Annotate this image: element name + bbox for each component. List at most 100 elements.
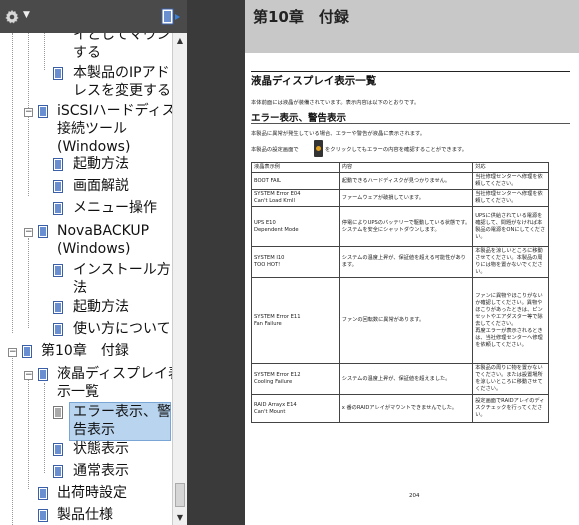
table-cell: 本製品を涼しいところに移動させてください。本製品の周りには物を置かないでください… [472, 246, 549, 278]
bookmark-icon [53, 301, 63, 314]
bookmark-item[interactable]: イとしてマウント する [0, 33, 172, 67]
bookmark-icon [22, 345, 32, 358]
table-header: 内容 [338, 162, 474, 173]
table-cell: BOOT FAIL [251, 172, 340, 190]
table-row: SYSTEM Error E12 Cooling Failure システムの温度上… [251, 363, 549, 395]
bookmarks-toolbar: ▼ [0, 0, 187, 33]
chevron-down-icon[interactable]: ▼ [23, 10, 30, 20]
table-cell: システムの温度上昇が、保証値を超える可能性があります。 [338, 246, 474, 278]
bookmark-options-icon[interactable] [160, 8, 182, 26]
table-cell: UPSに供給されている電源を確認して、問題がなければ本製品の電源をONにしてくだ… [472, 206, 549, 247]
description-text: 本製品に異常が発生している場合、エラーや警告が液晶に表示されます。 [251, 131, 426, 137]
bookmark-item[interactable]: 画面解説 [0, 176, 172, 197]
bookmark-item[interactable]: メニュー操作 [0, 198, 172, 219]
bookmark-label: レスを変更する [73, 83, 171, 99]
bookmark-item[interactable]: − iSCSIハードディスク 接続ツール (Windows) [0, 101, 172, 161]
description-text: をクリックしてもエラーの内容を確認することができます。 [325, 147, 468, 153]
bookmark-label: 起動方法 [73, 299, 129, 315]
bookmark-icon [38, 509, 48, 522]
collapse-toggle[interactable]: − [24, 228, 33, 237]
bookmark-item[interactable]: 使い方について [0, 319, 172, 340]
panel-splitter[interactable] [187, 0, 245, 525]
error-table: 液晶表示例 内容 対応 BOOT FAIL 起動できるハードディスクが見つかりませ… [251, 162, 549, 423]
bookmark-item[interactable]: 通常表示 [0, 461, 172, 482]
scrollbar-thumb[interactable] [175, 483, 185, 507]
gear-icon[interactable] [4, 9, 20, 25]
bookmarks-panel: ▼ イとしてマウント する 本製品のIPアド レスを変更する − [0, 0, 187, 525]
table-cell: 起動できるハードディスクが見つかりません。 [338, 172, 474, 190]
bookmark-icon [53, 67, 63, 80]
bookmark-item[interactable]: − 液晶ディスプレイ表 示一覧 [0, 364, 172, 404]
bookmark-item[interactable]: 状態表示 [0, 439, 172, 460]
bookmark-item[interactable]: 製品仕様 [0, 505, 172, 525]
description-text: 本製品の設定画面で [251, 147, 299, 153]
bookmark-label: 起動方法 [73, 156, 129, 172]
bookmark-label: 通常表示 [73, 463, 129, 479]
bookmark-icon [38, 368, 48, 381]
section-title: 液晶ディスプレイ表示一覧 [251, 75, 377, 87]
bookmark-icon [53, 158, 63, 171]
table-cell: SYSTEM Error E12 Cooling Failure [251, 363, 340, 395]
bookmark-label: 状態表示 [73, 441, 129, 457]
bookmark-label: 第10章 付録 [41, 343, 129, 359]
subsection-rule [251, 123, 570, 124]
bookmark-label: 告表示 [73, 422, 115, 438]
table-cell: UPS E10 Dependent Mode [251, 206, 340, 247]
collapse-toggle[interactable]: − [24, 371, 33, 380]
table-cell: ファンの回転数に異常があります。 [338, 277, 474, 364]
table-row: UPS E10 Dependent Mode 停電によりUPSのバッテリーで駆動し… [251, 206, 549, 247]
table-row: BOOT FAIL 起動できるハードディスクが見つかりません。 当社修理センターへ修… [251, 172, 549, 190]
table-cell: システムの温度上昇が、保証値を超えました。 [338, 363, 474, 395]
bookmark-label: 画面解説 [73, 178, 129, 194]
bookmark-icon [38, 225, 48, 238]
bookmark-label: メニュー操作 [73, 200, 157, 216]
table-cell: 当社修理センターへ修理を依頼してください。 [472, 172, 549, 190]
bookmark-tree: イとしてマウント する 本製品のIPアド レスを変更する − iSCSIハードデ… [0, 33, 172, 525]
table-cell: ファンに異物やほこりがないか確認してください。異物やほこりがあったときは、ピンセ… [472, 277, 549, 364]
bookmark-label: (Windows) [57, 241, 131, 257]
table-cell: SYSTEM Error E11 Fan Failure [251, 277, 340, 364]
collapse-toggle[interactable]: − [24, 108, 33, 117]
table-cell: ファームウェアが破損しています。 [338, 189, 474, 207]
table-cell: x 番のRAIDアレイがマウントできませんでした。 [338, 394, 474, 423]
table-cell: 当社修理センターへ修理を依頼してください。 [472, 189, 549, 207]
bookmark-item[interactable]: 出荷時設定 [0, 483, 172, 504]
chapter-title: 第10章 付録 [253, 8, 349, 26]
table-cell: RAID Arrayx E14 Can't Mount [251, 394, 340, 423]
scroll-down-arrow-icon[interactable]: ▼ [173, 510, 187, 525]
bookmark-label: 使い方について [73, 321, 171, 337]
bookmark-icon [53, 264, 63, 277]
table-cell: 設定画面でRAIDアレイのディスクチェックを行ってください。 [472, 394, 549, 423]
bookmark-item[interactable]: 起動方法 [0, 297, 172, 318]
subsection-title: エラー表示、警告表示 [251, 113, 347, 124]
bookmark-item-selected[interactable]: エラー表示、警 告表示 [0, 402, 172, 442]
bookmark-icon [53, 180, 63, 193]
bookmark-label: 法 [73, 280, 87, 296]
bookmark-item[interactable]: 起動方法 [0, 154, 172, 175]
table-row: SYSTEM I10 TOO HOT! システムの温度上昇が、保証値を超える可能性… [251, 246, 549, 278]
bookmark-label: 製品仕様 [57, 507, 113, 523]
table-cell: 本製品の周りに物を置かないでください。または設置場所を涼しいところに移動させてく… [472, 363, 549, 395]
collapse-toggle[interactable]: − [8, 348, 17, 357]
chapter-header-band: 第10章 付録 [245, 0, 579, 53]
bookmark-item[interactable]: 本製品のIPアド レスを変更する [0, 63, 172, 103]
table-cell: 停電によりUPSのバッテリーで駆動している状態です。システムを安全にシャットダウ… [338, 206, 474, 247]
bookmark-icon [38, 487, 48, 500]
bookmark-item[interactable]: インストール方 法 [0, 260, 172, 300]
bookmark-label: 示一覧 [57, 384, 99, 400]
status-panel-icon [314, 140, 323, 157]
bookmark-icon [53, 443, 63, 456]
bookmark-icon [53, 406, 63, 419]
scroll-up-arrow-icon[interactable]: ▲ [173, 33, 187, 48]
bookmark-item[interactable]: − NovaBACKUP (Windows) [0, 221, 172, 261]
bookmark-label: する [73, 45, 101, 61]
bookmarks-scrollbar[interactable]: ▲ ▼ [172, 33, 187, 525]
table-row: SYSTEM Error E04 Can't Load Krnll ファームウェア… [251, 189, 549, 207]
section-rule [251, 71, 570, 72]
table-row: RAID Arrayx E14 Can't Mount x 番のRAIDアレイがマ… [251, 394, 549, 423]
bookmark-label: インストール方 [73, 262, 171, 278]
table-header-row: 液晶表示例 内容 対応 [251, 162, 549, 173]
bookmark-icon [38, 105, 48, 118]
table-cell: SYSTEM I10 TOO HOT! [251, 246, 340, 278]
bookmark-item[interactable]: − 第10章 付録 [0, 341, 172, 362]
